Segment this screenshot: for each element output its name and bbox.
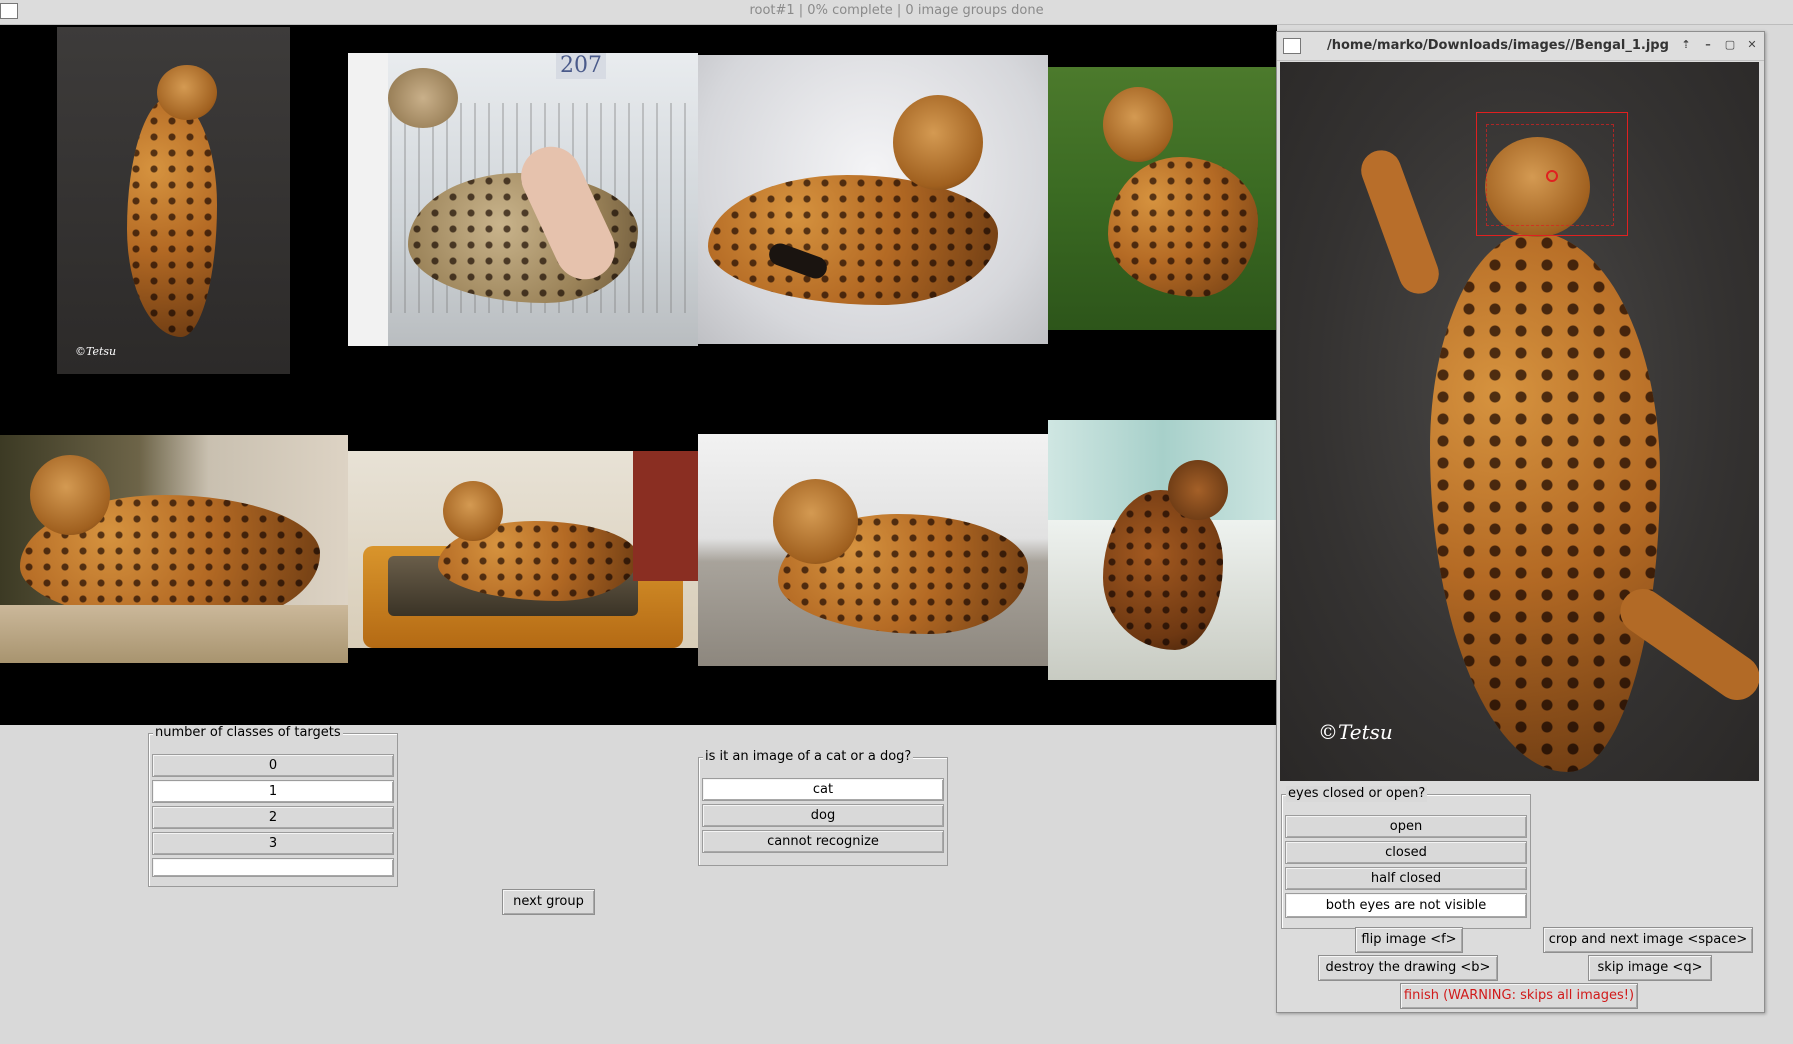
- skip-image-button[interactable]: skip image <q>: [1588, 955, 1712, 981]
- window-icon[interactable]: [0, 3, 18, 19]
- thumbnail-5[interactable]: [0, 435, 348, 663]
- species-option-cat[interactable]: cat: [702, 778, 944, 801]
- thumbnail-1[interactable]: ©Tetsu: [57, 27, 290, 374]
- up-arrow-icon[interactable]: ⇡: [1679, 38, 1693, 52]
- thumbnail-2[interactable]: 207: [348, 53, 698, 346]
- thumbnail-caption: ©Tetsu: [75, 345, 117, 358]
- viewer-title: /home/marko/Downloads/images//Bengal_1.j…: [1327, 38, 1669, 53]
- main-image-canvas[interactable]: ©Tetsu: [1280, 62, 1759, 781]
- thumbnail-4[interactable]: [1048, 67, 1277, 330]
- close-icon[interactable]: ✕: [1745, 38, 1759, 52]
- thumbnail-7[interactable]: [698, 434, 1048, 666]
- next-group-button[interactable]: next group: [502, 889, 595, 915]
- image-viewer-window: /home/marko/Downloads/images//Bengal_1.j…: [1276, 31, 1765, 1013]
- viewer-watermark: ©Tetsu: [1318, 720, 1393, 744]
- maximize-icon[interactable]: ▢: [1723, 38, 1737, 52]
- species-option-dog[interactable]: dog: [702, 804, 944, 827]
- minimize-icon[interactable]: –: [1701, 38, 1715, 52]
- cage-number: 207: [556, 53, 606, 79]
- crop-next-button[interactable]: crop and next image <space>: [1543, 927, 1753, 953]
- eyes-option-not-visible[interactable]: both eyes are not visible: [1285, 893, 1527, 918]
- classes-option-0[interactable]: 0: [152, 754, 394, 777]
- classes-group-title: number of classes of targets: [153, 725, 343, 741]
- eyes-option-open[interactable]: open: [1285, 815, 1527, 838]
- keypoint-marker[interactable]: [1546, 170, 1558, 182]
- classes-option-2[interactable]: 2: [152, 806, 394, 829]
- species-option-cannot-recognize[interactable]: cannot recognize: [702, 830, 944, 853]
- finish-button[interactable]: finish (WARNING: skips all images!): [1400, 983, 1638, 1009]
- viewer-window-icon[interactable]: [1283, 38, 1301, 54]
- eyes-option-closed[interactable]: closed: [1285, 841, 1527, 864]
- classes-group: number of classes of targets 0 1 2 3: [148, 725, 398, 887]
- species-group: is it an image of a cat or a dog? cat do…: [698, 749, 948, 866]
- destroy-drawing-button[interactable]: destroy the drawing <b>: [1318, 955, 1498, 981]
- window-titlebar: root#1 | 0% complete | 0 image groups do…: [0, 0, 1793, 25]
- eyes-group: eyes closed or open? open closed half cl…: [1281, 786, 1531, 929]
- classes-option-1[interactable]: 1: [152, 780, 394, 803]
- viewer-titlebar[interactable]: /home/marko/Downloads/images//Bengal_1.j…: [1277, 32, 1764, 61]
- classes-option-entry[interactable]: [152, 858, 394, 877]
- eyes-option-half-closed[interactable]: half closed: [1285, 867, 1527, 890]
- thumbnail-3[interactable]: [698, 55, 1048, 344]
- thumbnail-6[interactable]: [348, 451, 698, 648]
- classes-option-3[interactable]: 3: [152, 832, 394, 855]
- window-title: root#1 | 0% complete | 0 image groups do…: [749, 3, 1044, 18]
- image-gallery: ©Tetsu 207: [0, 25, 1277, 725]
- eyes-group-title: eyes closed or open?: [1286, 786, 1428, 802]
- flip-image-button[interactable]: flip image <f>: [1355, 927, 1463, 953]
- species-group-title: is it an image of a cat or a dog?: [703, 749, 914, 765]
- thumbnail-8[interactable]: [1048, 420, 1277, 680]
